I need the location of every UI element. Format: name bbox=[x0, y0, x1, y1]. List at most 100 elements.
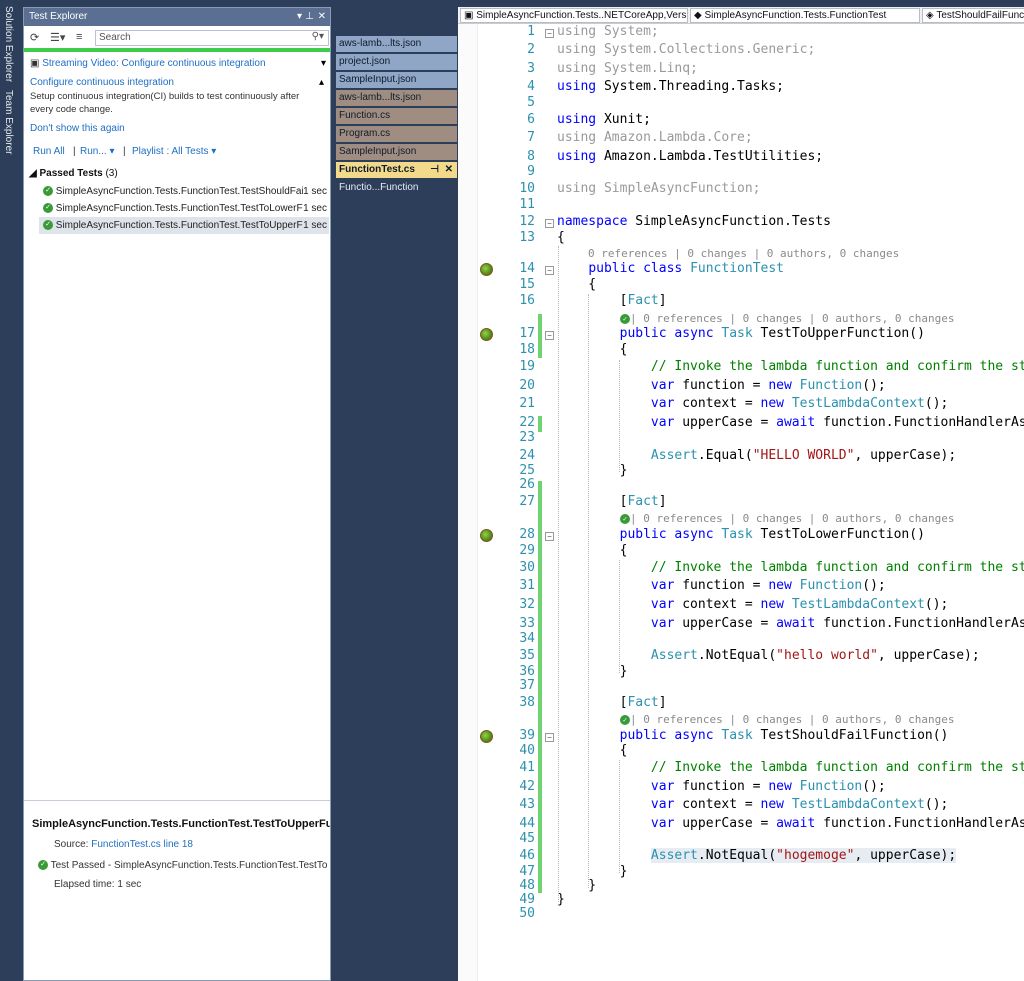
collapse-icon[interactable]: − bbox=[545, 219, 554, 228]
solution-explorer-tab[interactable]: Solution Explorer bbox=[3, 6, 14, 82]
code-line[interactable]: var function = new Function(); bbox=[557, 378, 886, 393]
code-line[interactable]: namespace SimpleAsyncFunction.Tests bbox=[557, 214, 831, 229]
expand-icon[interactable]: ◢ bbox=[29, 168, 37, 179]
code-lens[interactable]: ✓ | 0 references | 0 changes | 0 authors,… bbox=[620, 312, 955, 325]
file-tab[interactable]: SampleInput.json bbox=[336, 144, 457, 160]
collapse-icon[interactable]: − bbox=[545, 532, 554, 541]
code-line[interactable]: using System.Threading.Tasks; bbox=[557, 79, 784, 94]
test-row[interactable]: ✓ SimpleAsyncFunction.Tests.FunctionTest… bbox=[39, 200, 329, 217]
streaming-video-link[interactable]: Streaming Video: Configure continuous in… bbox=[42, 58, 265, 69]
file-tab[interactable]: aws-lamb...lts.json bbox=[336, 36, 457, 52]
code-line[interactable]: [Fact] bbox=[557, 293, 667, 308]
collapse-icon[interactable]: − bbox=[545, 266, 554, 275]
code-line[interactable]: { bbox=[557, 342, 628, 357]
code-line[interactable]: public async Task TestToLowerFunction() bbox=[557, 527, 925, 542]
code-line[interactable]: } bbox=[557, 664, 628, 679]
code-line[interactable]: // Invoke the lambda function and confir… bbox=[557, 359, 1024, 374]
test-row-selected[interactable]: ✓ SimpleAsyncFunction.Tests.FunctionTest… bbox=[39, 217, 329, 234]
test-status-icon[interactable] bbox=[480, 529, 493, 542]
group-by-icon[interactable]: ☰▾ bbox=[50, 31, 65, 44]
code-line[interactable]: } bbox=[557, 878, 596, 893]
code-line[interactable]: var function = new Function(); bbox=[557, 779, 886, 794]
line-number: 38 bbox=[519, 695, 535, 710]
code-line[interactable]: Assert.Equal("HELLO WORLD", upperCase); bbox=[557, 448, 956, 463]
line-number: 42 bbox=[519, 779, 535, 794]
code-line[interactable]: var upperCase = await function.FunctionH… bbox=[557, 616, 1024, 631]
indent-guide bbox=[619, 760, 620, 873]
file-tab-active[interactable]: FunctionTest.cs ⊣ ✕ bbox=[336, 162, 457, 178]
code-line[interactable]: [Fact] bbox=[557, 695, 667, 710]
file-tab[interactable]: Function.cs bbox=[336, 108, 457, 124]
file-tab[interactable]: SampleInput.json bbox=[336, 72, 457, 88]
collapse-icon[interactable]: − bbox=[545, 331, 554, 340]
project-dropdown[interactable]: ▣ SimpleAsyncFunction.Tests..NETCoreApp,… bbox=[460, 8, 688, 23]
code-line[interactable]: var context = new TestLambdaContext(); bbox=[557, 396, 948, 411]
line-number: 21 bbox=[519, 396, 535, 411]
run-menu-link[interactable]: Run... ▾ bbox=[80, 146, 115, 157]
line-number: 9 bbox=[527, 164, 535, 179]
code-line[interactable]: var upperCase = await function.FunctionH… bbox=[557, 816, 1024, 831]
code-line[interactable]: } bbox=[557, 463, 628, 478]
code-lens[interactable]: ✓ | 0 references | 0 changes | 0 authors,… bbox=[620, 512, 955, 525]
code-line[interactable]: // Invoke the lambda function and confir… bbox=[557, 560, 1024, 575]
code-lens[interactable]: ✓ | 0 references | 0 changes | 0 authors,… bbox=[620, 713, 955, 726]
configure-ci-link[interactable]: Configure continuous integration bbox=[30, 77, 174, 88]
code-line[interactable]: using System; bbox=[557, 24, 659, 39]
search-input[interactable]: Search ⚲▾ bbox=[95, 30, 329, 46]
collapse-all-icon[interactable]: ≡ bbox=[76, 31, 82, 43]
source-link[interactable]: FunctionTest.cs line 18 bbox=[91, 839, 193, 850]
test-name: SimpleAsyncFunction.Tests.FunctionTest.T… bbox=[55, 186, 315, 197]
dropdown-arrow-icon[interactable]: ▾ bbox=[297, 11, 302, 22]
close-tab-icon[interactable]: ✕ bbox=[445, 164, 453, 175]
file-tab[interactable]: Functio...Function bbox=[336, 180, 457, 196]
code-lens[interactable]: 0 references | 0 changes | 0 authors, 0 … bbox=[588, 247, 899, 260]
file-tab[interactable]: aws-lamb...lts.json bbox=[336, 90, 457, 106]
code-line[interactable]: var context = new TestLambdaContext(); bbox=[557, 797, 948, 812]
code-line[interactable]: using System.Linq; bbox=[557, 61, 698, 76]
code-line[interactable]: } bbox=[557, 864, 628, 879]
passed-tests-group[interactable]: ◢ Passed Tests (3) bbox=[29, 168, 118, 179]
class-dropdown[interactable]: ◆ SimpleAsyncFunction.Tests.FunctionTest bbox=[690, 8, 920, 23]
pin-icon[interactable]: ⊥ bbox=[305, 11, 314, 22]
code-line[interactable]: using Amazon.Lambda.Core; bbox=[557, 130, 753, 145]
test-status-icon[interactable] bbox=[480, 730, 493, 743]
run-tests-after-build-icon[interactable]: ⟳ bbox=[30, 31, 39, 44]
file-tab[interactable]: project.json bbox=[336, 54, 457, 70]
dont-show-link[interactable]: Don't show this again bbox=[30, 123, 125, 134]
team-explorer-tab[interactable]: Team Explorer bbox=[3, 90, 14, 154]
code-line[interactable]: [Fact] bbox=[557, 494, 667, 509]
line-number: 18 bbox=[519, 342, 535, 357]
code-line[interactable]: var function = new Function(); bbox=[557, 578, 886, 593]
code-line[interactable]: { bbox=[557, 230, 565, 245]
code-line[interactable]: public async Task TestToUpperFunction() bbox=[557, 326, 925, 341]
code-line[interactable]: using SimpleAsyncFunction; bbox=[557, 181, 761, 196]
code-line[interactable]: Assert.NotEqual("hogemoge", upperCase); bbox=[557, 848, 957, 863]
code-line[interactable]: { bbox=[557, 743, 628, 758]
test-status-icon[interactable] bbox=[480, 263, 493, 276]
code-line[interactable]: using Amazon.Lambda.TestUtilities; bbox=[557, 149, 823, 164]
banner-up-icon[interactable]: ▴ bbox=[319, 77, 324, 88]
collapse-icon[interactable]: − bbox=[545, 29, 554, 38]
code-line[interactable]: var context = new TestLambdaContext(); bbox=[557, 597, 948, 612]
code-line[interactable]: { bbox=[557, 277, 596, 292]
banner-collapse-icon[interactable]: ▾ bbox=[321, 58, 326, 69]
code-line[interactable]: { bbox=[557, 543, 628, 558]
code-editor[interactable]: ▣ SimpleAsyncFunction.Tests..NETCoreApp,… bbox=[458, 7, 1024, 981]
code-line[interactable]: var upperCase = await function.FunctionH… bbox=[557, 415, 1024, 430]
code-line[interactable]: public async Task TestShouldFailFunction… bbox=[557, 728, 949, 743]
file-tab[interactable]: Program.cs bbox=[336, 126, 457, 142]
code-line[interactable]: Assert.NotEqual("hello world", upperCase… bbox=[557, 648, 980, 663]
test-status-icon[interactable] bbox=[480, 328, 493, 341]
search-icon[interactable]: ⚲▾ bbox=[312, 31, 324, 42]
test-row[interactable]: ✓ SimpleAsyncFunction.Tests.FunctionTest… bbox=[39, 183, 329, 200]
member-dropdown[interactable]: ◈ TestShouldFailFunct bbox=[922, 8, 1024, 23]
run-all-link[interactable]: Run All bbox=[33, 146, 65, 157]
code-line[interactable]: public class FunctionTest bbox=[557, 261, 784, 276]
code-line[interactable]: using System.Collections.Generic; bbox=[557, 42, 815, 57]
code-line[interactable]: using Xunit; bbox=[557, 112, 651, 127]
code-line[interactable]: // Invoke the lambda function and confir… bbox=[557, 760, 1024, 775]
playlist-link[interactable]: Playlist : All Tests ▾ bbox=[132, 146, 216, 157]
collapse-icon[interactable]: − bbox=[545, 733, 554, 742]
close-icon[interactable]: ✕ bbox=[318, 11, 326, 22]
pin-icon[interactable]: ⊣ bbox=[430, 164, 439, 175]
